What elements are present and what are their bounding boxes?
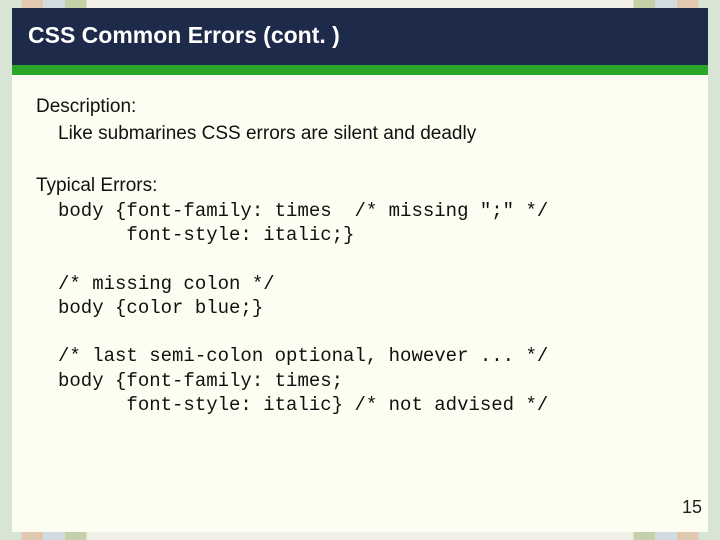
description-label: Description: <box>36 95 684 120</box>
accent-bar <box>12 65 708 75</box>
description-text: Like submarines CSS errors are silent an… <box>36 122 684 147</box>
code-block-3: /* last semi-colon optional, however ...… <box>36 344 684 417</box>
typical-errors-label: Typical Errors: <box>36 174 684 199</box>
title-bar: CSS Common Errors (cont. ) <box>12 8 708 65</box>
code-block-1: body {font-family: times /* missing ";" … <box>36 199 684 248</box>
page-number: 15 <box>682 497 702 518</box>
code-block-2: /* missing colon */ body {color blue;} <box>36 272 684 321</box>
slide-title: CSS Common Errors (cont. ) <box>28 22 340 48</box>
slide-content: Description: Like submarines CSS errors … <box>12 75 708 417</box>
slide-body: CSS Common Errors (cont. ) Description: … <box>12 8 708 532</box>
